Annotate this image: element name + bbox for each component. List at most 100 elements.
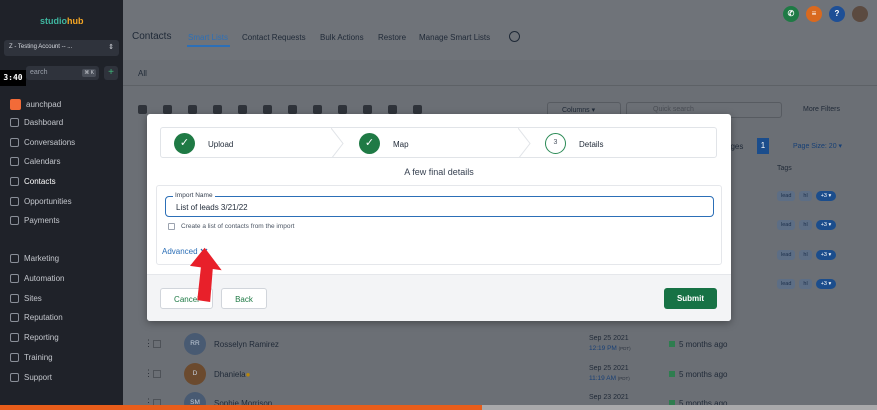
last-activity: 5 months ago <box>669 370 727 379</box>
sms-icon[interactable] <box>213 105 222 114</box>
sidebar-item-opportunities[interactable]: Opportunities <box>10 197 72 206</box>
tag-group: lead hl +3 ▾ <box>777 250 837 260</box>
tag-remove-icon[interactable] <box>288 105 297 114</box>
funnel-icon <box>10 197 19 206</box>
contact-name[interactable]: Rosselyn Ramirez <box>214 340 279 349</box>
quick-add-button[interactable]: + <box>104 66 118 80</box>
table-row[interactable]: ⋮ D Dhaniela● Sep 25 2021 11:19 AM (PDT)… <box>123 360 877 390</box>
notifications-icon[interactable]: ≡ <box>806 6 822 22</box>
page-1-button[interactable]: 1 <box>757 138 769 154</box>
more-tags-badge[interactable]: +3 ▾ <box>815 279 837 289</box>
divider <box>123 85 877 86</box>
tab-all[interactable]: All <box>138 69 147 78</box>
contact-name[interactable]: Dhaniela● <box>214 370 250 379</box>
more-tags-badge[interactable]: +3 ▾ <box>815 250 837 260</box>
sidebar-search-input[interactable]: earch ⌘ K <box>26 66 99 80</box>
reporting-icon <box>10 333 19 342</box>
sidebar-item-contacts[interactable]: Contacts <box>10 177 56 186</box>
tag-badge: lead <box>777 250 796 260</box>
tab-bulk-actions[interactable]: Bulk Actions <box>320 33 364 42</box>
sidebar-item-support[interactable]: Support <box>10 373 52 382</box>
filter-icon[interactable] <box>163 105 172 114</box>
automation-icon <box>10 274 19 283</box>
help-icon[interactable]: ? <box>829 6 845 22</box>
sidebar-item-launchpad[interactable]: aunchpad <box>10 99 61 110</box>
step-details-label: Details <box>579 140 604 149</box>
merge-icon[interactable] <box>413 105 422 114</box>
sidebar-item-sites[interactable]: Sites <box>10 294 42 303</box>
sidebar: studiohub Z - Testing Account -- ... ⇕ e… <box>0 0 123 410</box>
created-time: 11:19 AM (PDT) <box>589 375 630 382</box>
row-menu-icon[interactable]: ⋮ <box>144 338 153 349</box>
export-icon[interactable] <box>363 105 372 114</box>
shortcut-badge: ⌘ K <box>82 69 96 77</box>
tag-badge: hl <box>799 220 812 230</box>
step-separator <box>518 128 531 157</box>
modal-subtitle: A few final details <box>404 167 474 177</box>
sidebar-item-training[interactable]: Training <box>10 353 53 362</box>
created-date: Sep 23 2021 <box>589 394 629 401</box>
row-checkbox[interactable] <box>153 340 161 348</box>
more-filters-button[interactable]: More Filters <box>803 106 840 113</box>
avatar[interactable] <box>852 6 868 22</box>
more-tags-badge[interactable]: +3 ▾ <box>815 191 837 201</box>
tab-contact-requests[interactable]: Contact Requests <box>242 33 306 42</box>
sidebar-item-conversations[interactable]: Conversations <box>10 138 75 147</box>
import-icon[interactable] <box>388 105 397 114</box>
star-icon[interactable] <box>338 105 347 114</box>
support-icon <box>10 373 19 382</box>
add-icon[interactable] <box>138 105 147 114</box>
account-switcher[interactable]: Z - Testing Account -- ... ⇕ <box>4 40 119 56</box>
tab-smart-lists[interactable]: Smart Lists <box>188 33 228 42</box>
star-icon <box>10 313 19 322</box>
table-row[interactable]: ⋮ RR Rosselyn Ramirez Sep 25 2021 12:19 … <box>123 330 877 360</box>
sidebar-item-dashboard[interactable]: Dashboard <box>10 118 63 127</box>
sidebar-item-payments[interactable]: Payments <box>10 216 60 225</box>
calendar-icon <box>10 157 19 166</box>
back-button[interactable]: Back <box>221 288 267 309</box>
tag-badge: lead <box>777 220 796 230</box>
delete-icon[interactable] <box>313 105 322 114</box>
workflow-icon[interactable] <box>188 105 197 114</box>
tag-add-icon[interactable] <box>263 105 272 114</box>
more-tags-badge[interactable]: +3 ▾ <box>815 220 837 230</box>
sidebar-item-marketing[interactable]: Marketing <box>10 254 59 263</box>
submit-button[interactable]: Submit <box>664 288 717 309</box>
active-tab-indicator <box>187 45 230 47</box>
gear-icon[interactable] <box>509 31 520 42</box>
row-checkbox[interactable] <box>153 370 161 378</box>
contacts-icon <box>10 177 19 186</box>
row-menu-icon[interactable]: ⋮ <box>144 368 153 379</box>
avatar: D <box>184 363 206 385</box>
page-size-select[interactable]: Page Size: 20 ▾ <box>793 142 842 150</box>
sidebar-item-reporting[interactable]: Reporting <box>10 333 59 342</box>
app-logo[interactable]: studiohub <box>40 16 84 26</box>
video-progress-bar[interactable] <box>0 405 877 410</box>
toolbar <box>138 105 422 114</box>
sidebar-item-reputation[interactable]: Reputation <box>10 313 63 322</box>
create-list-label[interactable]: Create a list of contacts from the impor… <box>181 223 294 230</box>
create-list-checkbox[interactable] <box>168 223 175 230</box>
tag-badge: hl <box>799 279 812 289</box>
tag-badge: lead <box>777 191 796 201</box>
last-activity: 5 months ago <box>669 340 727 349</box>
created-date: Sep 25 2021 <box>589 335 629 342</box>
sites-icon <box>10 294 19 303</box>
sidebar-item-calendars[interactable]: Calendars <box>10 157 60 166</box>
avatar: RR <box>184 333 206 355</box>
email-icon[interactable] <box>238 105 247 114</box>
message-icon <box>669 341 675 347</box>
sidebar-item-automation[interactable]: Automation <box>10 274 64 283</box>
annotation-arrow-icon <box>189 247 222 302</box>
tab-manage-smart-lists[interactable]: Manage Smart Lists <box>419 33 490 42</box>
created-time: 12:19 PM (PDT) <box>589 345 631 352</box>
training-icon <box>10 353 19 362</box>
top-header: Contacts Smart Lists Contact Requests Bu… <box>123 0 877 60</box>
phone-icon[interactable]: ✆ <box>783 6 799 22</box>
import-name-field[interactable]: Import Name List of leads 3/21/22 <box>165 192 714 217</box>
check-icon: ✓ <box>174 133 195 154</box>
tab-restore[interactable]: Restore <box>378 33 406 42</box>
step-separator <box>331 128 344 157</box>
video-progress-fill <box>0 405 482 410</box>
dashboard-icon <box>10 118 19 127</box>
